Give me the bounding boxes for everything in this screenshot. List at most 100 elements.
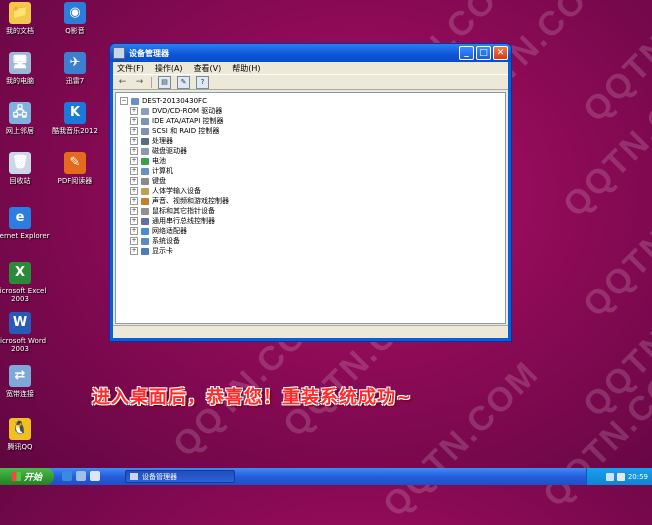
device-manager-window[interactable]: 设备管理器 _ □ ✕ 文件(F) 操作(A) 查看(V) 帮助(H) ← → … (109, 43, 512, 342)
device-category[interactable]: + DVD/CD-ROM 驱动器 (120, 106, 501, 116)
back-arrow-icon[interactable]: ← (117, 77, 128, 88)
menu-view[interactable]: 查看(V) (194, 63, 222, 74)
volume-tray-icon[interactable] (616, 472, 625, 481)
toolbar-separator (151, 76, 152, 88)
close-button[interactable]: ✕ (493, 46, 508, 60)
desktop-icon[interactable]: 📁 我的文档 (0, 2, 50, 35)
device-category-label: 鼠标和其它指针设备 (152, 207, 215, 215)
device-category-label: 通用串行总线控制器 (152, 217, 215, 225)
expand-icon[interactable]: + (130, 247, 138, 255)
desktop-icon[interactable]: 🐧 腾讯QQ (0, 418, 50, 451)
expand-icon[interactable]: + (130, 187, 138, 195)
device-category-icon (141, 237, 149, 245)
window-title: 设备管理器 (129, 48, 169, 58)
menu-file[interactable]: 文件(F) (117, 63, 144, 74)
forward-arrow-icon[interactable]: → (134, 77, 145, 88)
start-button[interactable]: 开始 (0, 468, 54, 485)
device-tree[interactable]: − DEST-20130430FC + DVD/CD-ROM 驱动器 + IDE AT… (115, 92, 506, 324)
start-label: 开始 (23, 473, 42, 483)
expand-icon[interactable]: + (130, 207, 138, 215)
expand-icon[interactable]: + (130, 127, 138, 135)
device-category-icon (141, 127, 149, 135)
collapse-icon[interactable]: − (120, 97, 128, 105)
desktop-icon-label: 腾讯QQ (7, 443, 33, 451)
my-computer-icon: 🖥 (9, 52, 31, 74)
device-category[interactable]: + 显示卡 (120, 246, 501, 256)
recycle-bin-icon: 🗑 (9, 152, 31, 174)
system-tray: 20:59 (586, 468, 652, 485)
device-category[interactable]: + 系统设备 (120, 236, 501, 246)
device-category-icon (141, 107, 149, 115)
device-category-icon (141, 137, 149, 145)
ie-icon: e (9, 207, 31, 229)
quicklaunch-desktop-icon[interactable] (76, 471, 86, 481)
taskbar-device-manager[interactable]: 设备管理器 (125, 470, 235, 483)
network-icon: 🖧 (9, 102, 31, 124)
device-category-label: IDE ATA/ATAPI 控制器 (152, 117, 224, 125)
device-category[interactable]: + 鼠标和其它指针设备 (120, 206, 501, 216)
device-category[interactable]: + 网络适配器 (120, 226, 501, 236)
device-category-icon (141, 197, 149, 205)
clock: 20:59 (627, 472, 648, 481)
expand-icon[interactable]: + (130, 197, 138, 205)
device-category[interactable]: + 计算机 (120, 166, 501, 176)
device-category[interactable]: + SCSI 和 RAID 控制器 (120, 126, 501, 136)
window-client: 文件(F) 操作(A) 查看(V) 帮助(H) ← → ▤ ✎ ? − DEST… (113, 62, 508, 338)
desktop-icon[interactable]: K 酷我音乐2012 (45, 102, 105, 135)
desktop-icon[interactable]: 🖥 我的电脑 (0, 52, 50, 85)
menu-help[interactable]: 帮助(H) (232, 63, 260, 74)
expand-icon[interactable]: + (130, 227, 138, 235)
expand-icon[interactable]: + (130, 217, 138, 225)
expand-icon[interactable]: + (130, 167, 138, 175)
menubar: 文件(F) 操作(A) 查看(V) 帮助(H) (113, 62, 508, 75)
expand-icon[interactable]: + (130, 177, 138, 185)
window-titlebar[interactable]: 设备管理器 _ □ ✕ (110, 44, 511, 62)
desktop-icon-label: PDF阅读器 (57, 177, 93, 185)
desktop-icon[interactable]: ⇄ 宽带连接 (0, 365, 50, 398)
expand-icon[interactable]: + (130, 107, 138, 115)
device-category[interactable]: + 人体学输入设备 (120, 186, 501, 196)
desktop-icon[interactable]: 🗑 回收站 (0, 152, 50, 185)
device-category[interactable]: + 声音、视频和游戏控制器 (120, 196, 501, 206)
watermark-text: QQTN.COM (375, 353, 547, 525)
expand-icon[interactable]: + (130, 117, 138, 125)
device-category-label: SCSI 和 RAID 控制器 (152, 127, 220, 135)
expand-icon[interactable]: + (130, 147, 138, 155)
desktop-icon[interactable]: ✈ 迅雷7 (45, 52, 105, 85)
desktop-icon[interactable]: ✎ PDF阅读器 (45, 152, 105, 185)
desktop-icon[interactable]: W Microsoft Word 2003 (0, 312, 50, 353)
maximize-button[interactable]: □ (476, 46, 491, 60)
desktop-icon[interactable]: 🖧 网上邻居 (0, 102, 50, 135)
desktop-icon-label: Microsoft Excel 2003 (0, 287, 47, 303)
task-label: 设备管理器 (142, 472, 177, 481)
desktop-icon[interactable]: ◉ Q影音 (45, 2, 105, 35)
quicklaunch-media-icon[interactable] (90, 471, 100, 481)
device-category-icon (141, 227, 149, 235)
expand-icon[interactable]: + (130, 137, 138, 145)
expand-icon[interactable]: + (130, 237, 138, 245)
device-category-label: 人体学输入设备 (152, 187, 201, 195)
device-category-label: 网络适配器 (152, 227, 187, 235)
help-icon[interactable]: ? (196, 75, 209, 89)
expand-icon[interactable]: + (130, 157, 138, 165)
broadband-icon: ⇄ (9, 365, 31, 387)
desktop-icon[interactable]: e Internet Explorer (0, 207, 50, 240)
network-tray-icon[interactable] (605, 472, 614, 481)
quicklaunch-ie-icon[interactable] (62, 471, 72, 481)
device-manager-task-icon (130, 473, 138, 480)
menu-action[interactable]: 操作(A) (155, 63, 183, 74)
toolbar: ← → ▤ ✎ ? (113, 75, 508, 90)
device-category-label: 显示卡 (152, 247, 173, 255)
device-category[interactable]: + IDE ATA/ATAPI 控制器 (120, 116, 501, 126)
show-hide-tree-icon[interactable]: ▤ (158, 75, 171, 89)
device-category[interactable]: + 键盘 (120, 176, 501, 186)
qq-icon: 🐧 (9, 418, 31, 440)
minimize-button[interactable]: _ (459, 46, 474, 60)
device-category[interactable]: + 磁盘驱动器 (120, 146, 501, 156)
device-category[interactable]: + 通用串行总线控制器 (120, 216, 501, 226)
tree-root[interactable]: − DEST-20130430FC (120, 96, 501, 106)
device-category[interactable]: + 电池 (120, 156, 501, 166)
properties-icon[interactable]: ✎ (177, 75, 190, 89)
device-category[interactable]: + 处理器 (120, 136, 501, 146)
desktop-icon[interactable]: X Microsoft Excel 2003 (0, 262, 50, 303)
